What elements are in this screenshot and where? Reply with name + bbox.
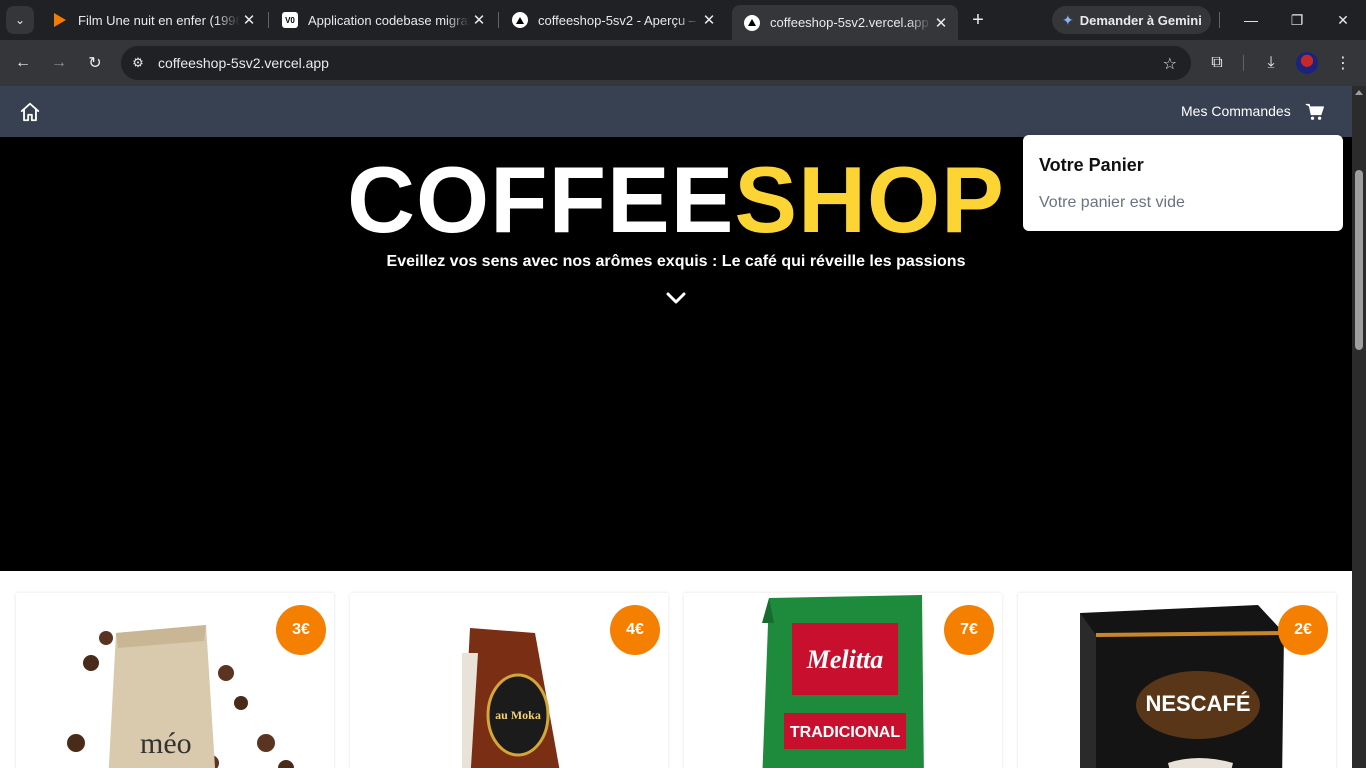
cart-empty-message: Votre panier est vide — [1039, 194, 1185, 211]
cart-title: Votre Panier — [1039, 155, 1144, 175]
price-badge: 4€ — [610, 605, 660, 655]
brand-title-white: COFFEE — [347, 147, 735, 252]
product-card[interactable]: méo 3€ — [16, 593, 334, 768]
product-card[interactable]: au Moka 4€ — [350, 593, 668, 768]
price-badge: 7€ — [944, 605, 994, 655]
gemini-label: Demander à Gemini — [1079, 12, 1202, 28]
scrollbar-thumb[interactable] — [1355, 170, 1363, 350]
profile-avatar[interactable] — [1296, 52, 1318, 74]
browser-tab-strip: ⌄ Film Une nuit en enfer (1996) en ✕ V0 … — [0, 0, 1366, 40]
product-label-tradicional: TRADICIONAL — [790, 724, 900, 741]
product-brand-nescafe: NESCAFÉ — [1145, 691, 1250, 716]
price-badge: 3€ — [276, 605, 326, 655]
browser-toolbar: ← → ↻ ⚙ coffeeshop-5sv2.vercel.app ☆ ⧉ ⤓… — [0, 40, 1366, 86]
tab-search-chevron-icon[interactable]: ⌄ — [6, 6, 34, 34]
tab-title: coffeeshop-5sv2 - Aperçu – Vercel — [538, 12, 700, 28]
cart-dropdown: Votre Panier Votre panier est vide — [1023, 135, 1343, 231]
product-grid: méo 3€ au Moka 4€ Melitta TRADICIONAL 7€… — [0, 571, 1352, 768]
back-arrow-icon[interactable]: ← — [9, 49, 37, 77]
site-info-icon[interactable]: ⚙ — [121, 46, 155, 80]
browser-tab-film[interactable]: Film Une nuit en enfer (1996) en ✕ — [40, 5, 266, 35]
gemini-button[interactable]: ✦ Demander à Gemini — [1052, 6, 1211, 34]
price-badge: 2€ — [1278, 605, 1328, 655]
orders-link[interactable]: Mes Commandes — [1181, 103, 1291, 119]
product-brand-melitta: Melitta — [806, 645, 884, 674]
page-viewport: Mes Commandes COFFEESHOP Eveillez vos se… — [0, 86, 1352, 768]
play-icon — [52, 12, 68, 28]
reload-icon[interactable]: ↻ — [81, 49, 109, 77]
product-card[interactable]: Melitta TRADICIONAL 7€ — [684, 593, 1002, 768]
tab-title: coffeeshop-5sv2.vercel.app — [770, 15, 929, 30]
home-icon[interactable] — [19, 101, 41, 123]
browser-tab-coffeeshop[interactable]: coffeeshop-5sv2.vercel.app ✕ — [732, 5, 958, 40]
address-bar[interactable]: ⚙ coffeeshop-5sv2.vercel.app ☆ — [121, 46, 1191, 80]
chevron-down-icon[interactable] — [666, 291, 686, 305]
close-window-icon[interactable]: ✕ — [1320, 0, 1366, 40]
product-card[interactable]: NESCAFÉ 2€ — [1018, 593, 1336, 768]
v0-icon: V0 — [282, 12, 298, 28]
restore-icon[interactable]: ❐ — [1274, 0, 1320, 40]
close-icon[interactable]: ✕ — [240, 11, 258, 29]
tab-divider — [268, 12, 269, 28]
vercel-icon — [744, 14, 760, 31]
toolbar-divider — [1243, 55, 1244, 71]
hero-tagline: Eveillez vos sens avec nos arômes exquis… — [386, 253, 966, 270]
tab-title: Application codebase migration — [308, 12, 470, 28]
close-icon[interactable]: ✕ — [932, 14, 950, 32]
bookmark-star-icon[interactable]: ☆ — [1163, 54, 1177, 74]
minimize-icon[interactable]: — — [1228, 0, 1274, 40]
scroll-up-arrow-icon[interactable] — [1355, 90, 1363, 95]
tab-divider — [498, 12, 499, 28]
cart-icon[interactable] — [1305, 102, 1325, 122]
close-icon[interactable]: ✕ — [700, 11, 718, 29]
product-brand-meo: méo — [140, 727, 192, 760]
close-icon[interactable]: ✕ — [470, 11, 488, 29]
download-icon[interactable]: ⤓ — [1257, 49, 1285, 77]
url-text[interactable]: coffeeshop-5sv2.vercel.app — [158, 55, 329, 71]
new-tab-plus-icon[interactable]: + — [966, 8, 990, 32]
more-menu-icon[interactable]: ⋮ — [1329, 49, 1357, 77]
tab-title: Film Une nuit en enfer (1996) en — [78, 12, 240, 28]
vercel-icon — [512, 12, 528, 28]
forward-arrow-icon[interactable]: → — [45, 49, 73, 77]
site-navbar: Mes Commandes — [0, 86, 1352, 137]
extensions-puzzle-icon[interactable]: ⧉ — [1203, 49, 1231, 77]
brand-title-yellow: SHOP — [734, 147, 1005, 252]
gemini-sparkle-icon: ✦ — [1062, 11, 1074, 28]
browser-tab-vercel-preview[interactable]: coffeeshop-5sv2 - Aperçu – Vercel ✕ — [500, 5, 726, 35]
page-scrollbar[interactable] — [1352, 86, 1366, 768]
browser-tab-migration[interactable]: V0 Application codebase migration ✕ — [270, 5, 496, 35]
window-divider — [1219, 12, 1220, 28]
product-brand-aumoka: au Moka — [495, 708, 541, 722]
